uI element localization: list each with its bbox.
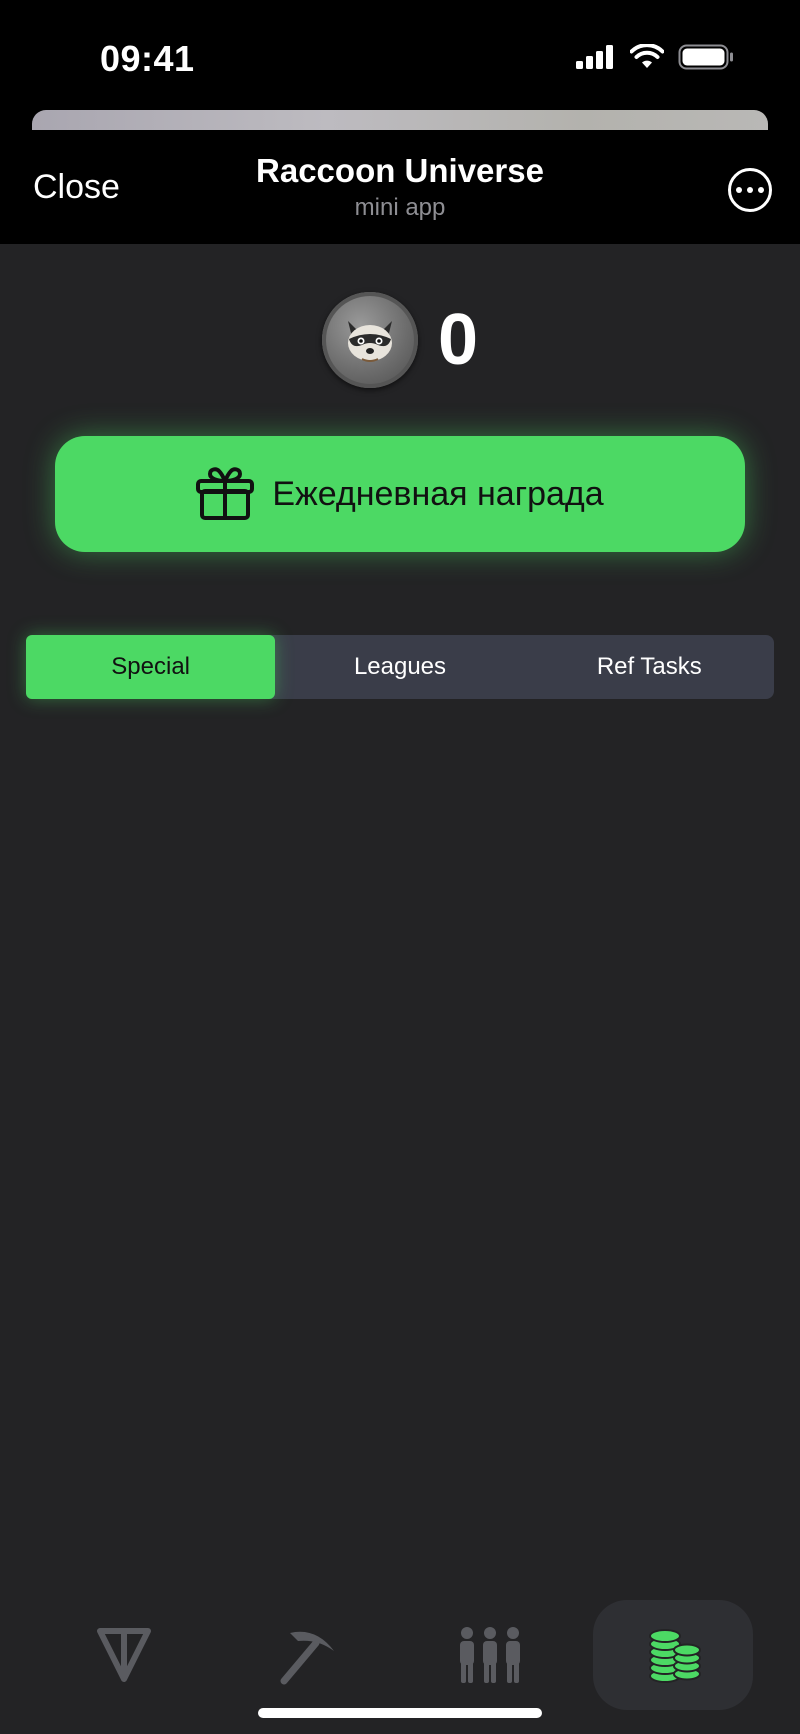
gift-icon [196, 467, 255, 520]
status-time: 09:41 [100, 38, 195, 79]
status-bar: 09:41 [0, 0, 800, 110]
wifi-icon [630, 44, 664, 68]
header-title-group: Raccoon Universe mini app [0, 152, 800, 222]
status-icons [576, 44, 734, 70]
home-indicator [258, 1708, 542, 1718]
app-screen: 09:41 Close Raccoon Universe mini app 0 … [0, 0, 800, 1734]
app-subtitle: mini app [354, 194, 446, 221]
more-dot [758, 187, 764, 193]
nav-item-ton[interactable] [44, 1600, 204, 1710]
more-dot [736, 187, 742, 193]
balance-row: 0 [0, 292, 800, 388]
sheet-top-edge [32, 110, 768, 130]
tasks-tabs: Special Leagues Ref Tasks [26, 635, 774, 699]
more-dot [747, 187, 753, 193]
app-title: Raccoon Universe [256, 152, 544, 189]
nav-item-earn[interactable] [593, 1600, 753, 1710]
mini-app-header: Close Raccoon Universe mini app [0, 130, 800, 244]
tab-ref-tasks[interactable]: Ref Tasks [525, 635, 774, 699]
pickaxe-icon [280, 1631, 334, 1685]
battery-icon [678, 44, 733, 70]
nav-item-mine[interactable] [228, 1600, 388, 1710]
tab-leagues[interactable]: Leagues [275, 635, 524, 699]
cellular-signal-icon [576, 45, 613, 69]
more-options-icon[interactable] [728, 168, 772, 212]
daily-reward-button[interactable]: Ежедневная награда [55, 436, 745, 552]
balance-value: 0 [437, 300, 479, 380]
tab-special[interactable]: Special [26, 635, 276, 699]
nav-item-friends[interactable] [410, 1600, 570, 1710]
coins-stack-icon [649, 1629, 701, 1683]
ton-icon [97, 1628, 151, 1682]
raccoon-face-icon [347, 321, 392, 362]
friends-icon [460, 1627, 520, 1683]
daily-reward-label: Ежедневная награда [272, 474, 604, 513]
main-content: 0 Ежедневная награда Special Leagues Ref… [0, 244, 800, 1734]
raccoon-coin-icon [321, 292, 418, 388]
